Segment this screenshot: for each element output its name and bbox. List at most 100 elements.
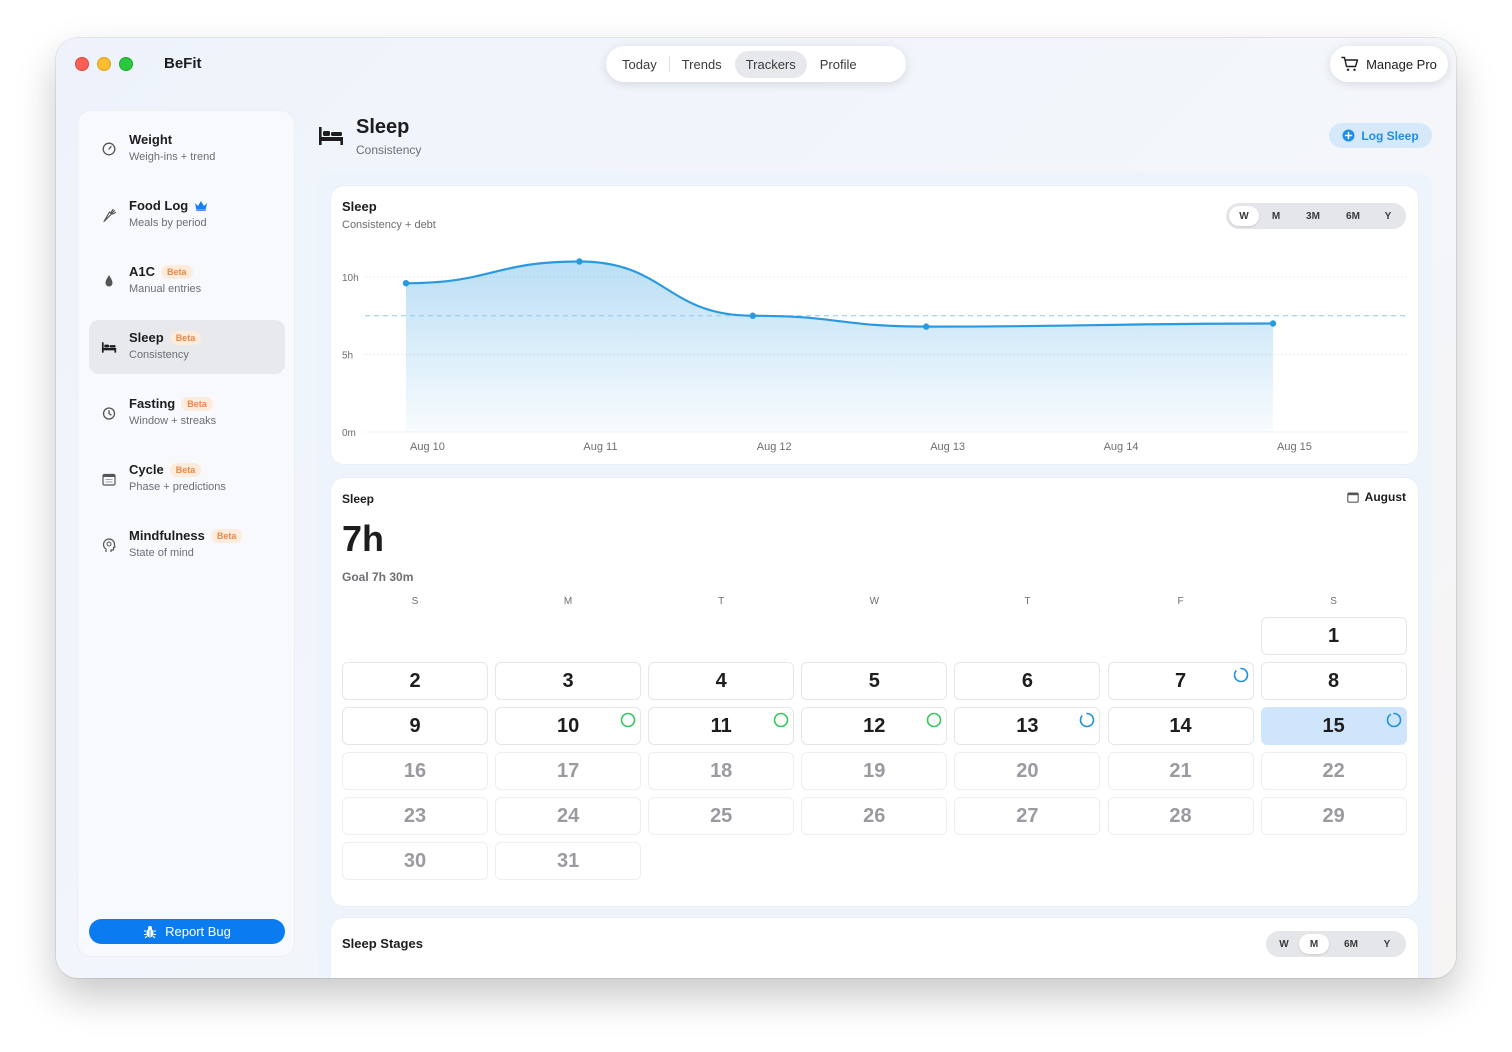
sidebar-item-sub: Manual entries (129, 283, 202, 295)
y-tick-label: 10h (342, 273, 359, 284)
calendar-day[interactable]: 28 (1107, 797, 1254, 835)
minimize-window-button[interactable] (97, 57, 111, 71)
calendar-day[interactable]: 24 (495, 797, 642, 835)
calendar-day[interactable]: 21 (1107, 752, 1254, 790)
calendar-day[interactable]: 8 (1260, 662, 1407, 700)
sidebar-item-weight[interactable]: Weight Weigh-ins + trend (89, 122, 285, 176)
window-controls (75, 57, 133, 71)
calendar-day[interactable]: 23 (342, 797, 488, 835)
content-scroll-area[interactable]: Sleep Consistency + debt W M 3M 6M Y 0m 5… (317, 172, 1432, 978)
calendar-day[interactable]: 15 (1260, 707, 1407, 745)
bug-icon (144, 925, 157, 938)
weekday-label: M (563, 596, 573, 607)
range-y[interactable]: Y (1373, 934, 1401, 954)
day-number: 16 (403, 759, 427, 782)
day-number: 2 (409, 669, 421, 692)
calendar-day[interactable]: 1 (1260, 617, 1407, 655)
day-number: 25 (710, 804, 733, 827)
calendar-day[interactable]: 13 (954, 707, 1101, 745)
calendar-day[interactable]: 4 (648, 662, 795, 700)
day-number: 23 (403, 804, 427, 827)
report-bug-button[interactable]: Report Bug (89, 919, 285, 944)
sidebar: Weight Weigh-ins + trend Food Log Meals … (77, 110, 295, 957)
calendar-day[interactable]: 18 (648, 752, 795, 790)
day-number: 10 (556, 714, 580, 737)
calendar-day[interactable]: 11 (648, 707, 795, 745)
calendar-day[interactable]: 12 (801, 707, 948, 745)
range-w[interactable]: W (1269, 934, 1299, 954)
sidebar-item-mindfulness[interactable]: Mindfulness Beta State of mind (89, 518, 285, 572)
close-window-button[interactable] (75, 57, 89, 71)
calendar-day[interactable]: 22 (1260, 752, 1407, 790)
weekday-label: W (869, 596, 880, 607)
card-title: Sleep (342, 492, 375, 506)
month-selector[interactable]: August (1346, 490, 1406, 504)
day-number: 27 (1016, 804, 1039, 827)
sidebar-item-sub: State of mind (129, 547, 194, 559)
calendar-day[interactable]: 3 (495, 662, 642, 700)
sidebar-item-cycle[interactable]: Cycle Beta Phase + predictions (89, 452, 285, 506)
data-point[interactable] (749, 312, 756, 319)
tab-trackers[interactable]: Trackers (734, 50, 807, 78)
bed-icon (319, 127, 343, 145)
progress-ring-icon (926, 712, 942, 728)
day-number: 6 (1021, 669, 1033, 692)
calendar-day[interactable]: 27 (954, 797, 1101, 835)
x-tick-label: Aug 15 (1277, 441, 1312, 453)
calendar-day[interactable]: 29 (1260, 797, 1407, 835)
day-number: 31 (556, 849, 580, 872)
data-point[interactable] (1269, 320, 1277, 327)
calendar-day[interactable]: 2 (342, 662, 488, 700)
range-m[interactable]: M (1299, 934, 1329, 954)
data-point[interactable] (923, 323, 930, 330)
calendar-day[interactable]: 9 (342, 707, 488, 745)
sidebar-item-fasting[interactable]: Fasting Beta Window + streaks (89, 386, 285, 440)
calendar-day[interactable]: 6 (954, 662, 1101, 700)
data-point[interactable] (402, 280, 410, 287)
bed-icon (101, 339, 117, 355)
day-number: 21 (1169, 759, 1192, 782)
sidebar-item-food-log[interactable]: Food Log Meals by period (89, 188, 285, 242)
y-tick-label: 5h (342, 351, 353, 362)
day-number: 12 (863, 714, 886, 737)
day-number: 26 (863, 804, 886, 827)
calendar-day[interactable]: 7 (1107, 662, 1254, 700)
sidebar-item-a1c[interactable]: A1C Beta Manual entries (89, 254, 285, 308)
calendar-day[interactable]: 10 (495, 707, 642, 745)
day-number: 18 (710, 759, 733, 782)
log-sleep-button[interactable]: Log Sleep (1329, 123, 1432, 148)
weekday-label: T (1024, 596, 1031, 607)
day-number: 24 (556, 804, 580, 827)
progress-ring-icon (1080, 712, 1095, 728)
day-number: 8 (1328, 669, 1340, 692)
calendar-day[interactable]: 20 (954, 752, 1101, 790)
range-6m[interactable]: 6M (1329, 934, 1373, 954)
day-number: 15 (1322, 714, 1345, 737)
calendar-day[interactable]: 30 (342, 842, 488, 880)
day-number: 30 (403, 849, 427, 872)
plus-circle-icon (1342, 129, 1355, 142)
sidebar-item-sleep[interactable]: Sleep Beta Consistency (89, 320, 285, 374)
tab-profile[interactable]: Profile (809, 51, 868, 78)
day-number: 3 (562, 669, 574, 692)
data-point[interactable] (576, 258, 583, 265)
manage-pro-button[interactable]: Manage Pro (1330, 46, 1448, 82)
calendar-day[interactable]: 19 (801, 752, 948, 790)
calendar-day[interactable]: 25 (648, 797, 795, 835)
calendar-day[interactable]: 26 (801, 797, 948, 835)
sidebar-item-label: Cycle (129, 462, 164, 477)
month-label: August (1364, 490, 1406, 504)
calendar-day[interactable]: 14 (1107, 707, 1254, 745)
calendar-day[interactable]: 17 (495, 752, 642, 790)
manage-pro-label: Manage Pro (1366, 56, 1437, 72)
tab-separator (668, 56, 670, 72)
calendar-day[interactable]: 16 (342, 752, 488, 790)
x-tick-label: Aug 13 (930, 441, 965, 453)
calendar-day[interactable]: 31 (495, 842, 642, 880)
tab-trends[interactable]: Trends (671, 51, 733, 78)
sleep-chart: 0m 5h 10h Aug 10 Aug 11 Aug 12 Aug 13 Aug 14 Aug… (342, 258, 1408, 453)
tab-today[interactable]: Today (611, 51, 668, 78)
progress-ring-icon (1386, 712, 1401, 728)
calendar-day[interactable]: 5 (801, 662, 948, 700)
zoom-window-button[interactable] (119, 57, 133, 71)
